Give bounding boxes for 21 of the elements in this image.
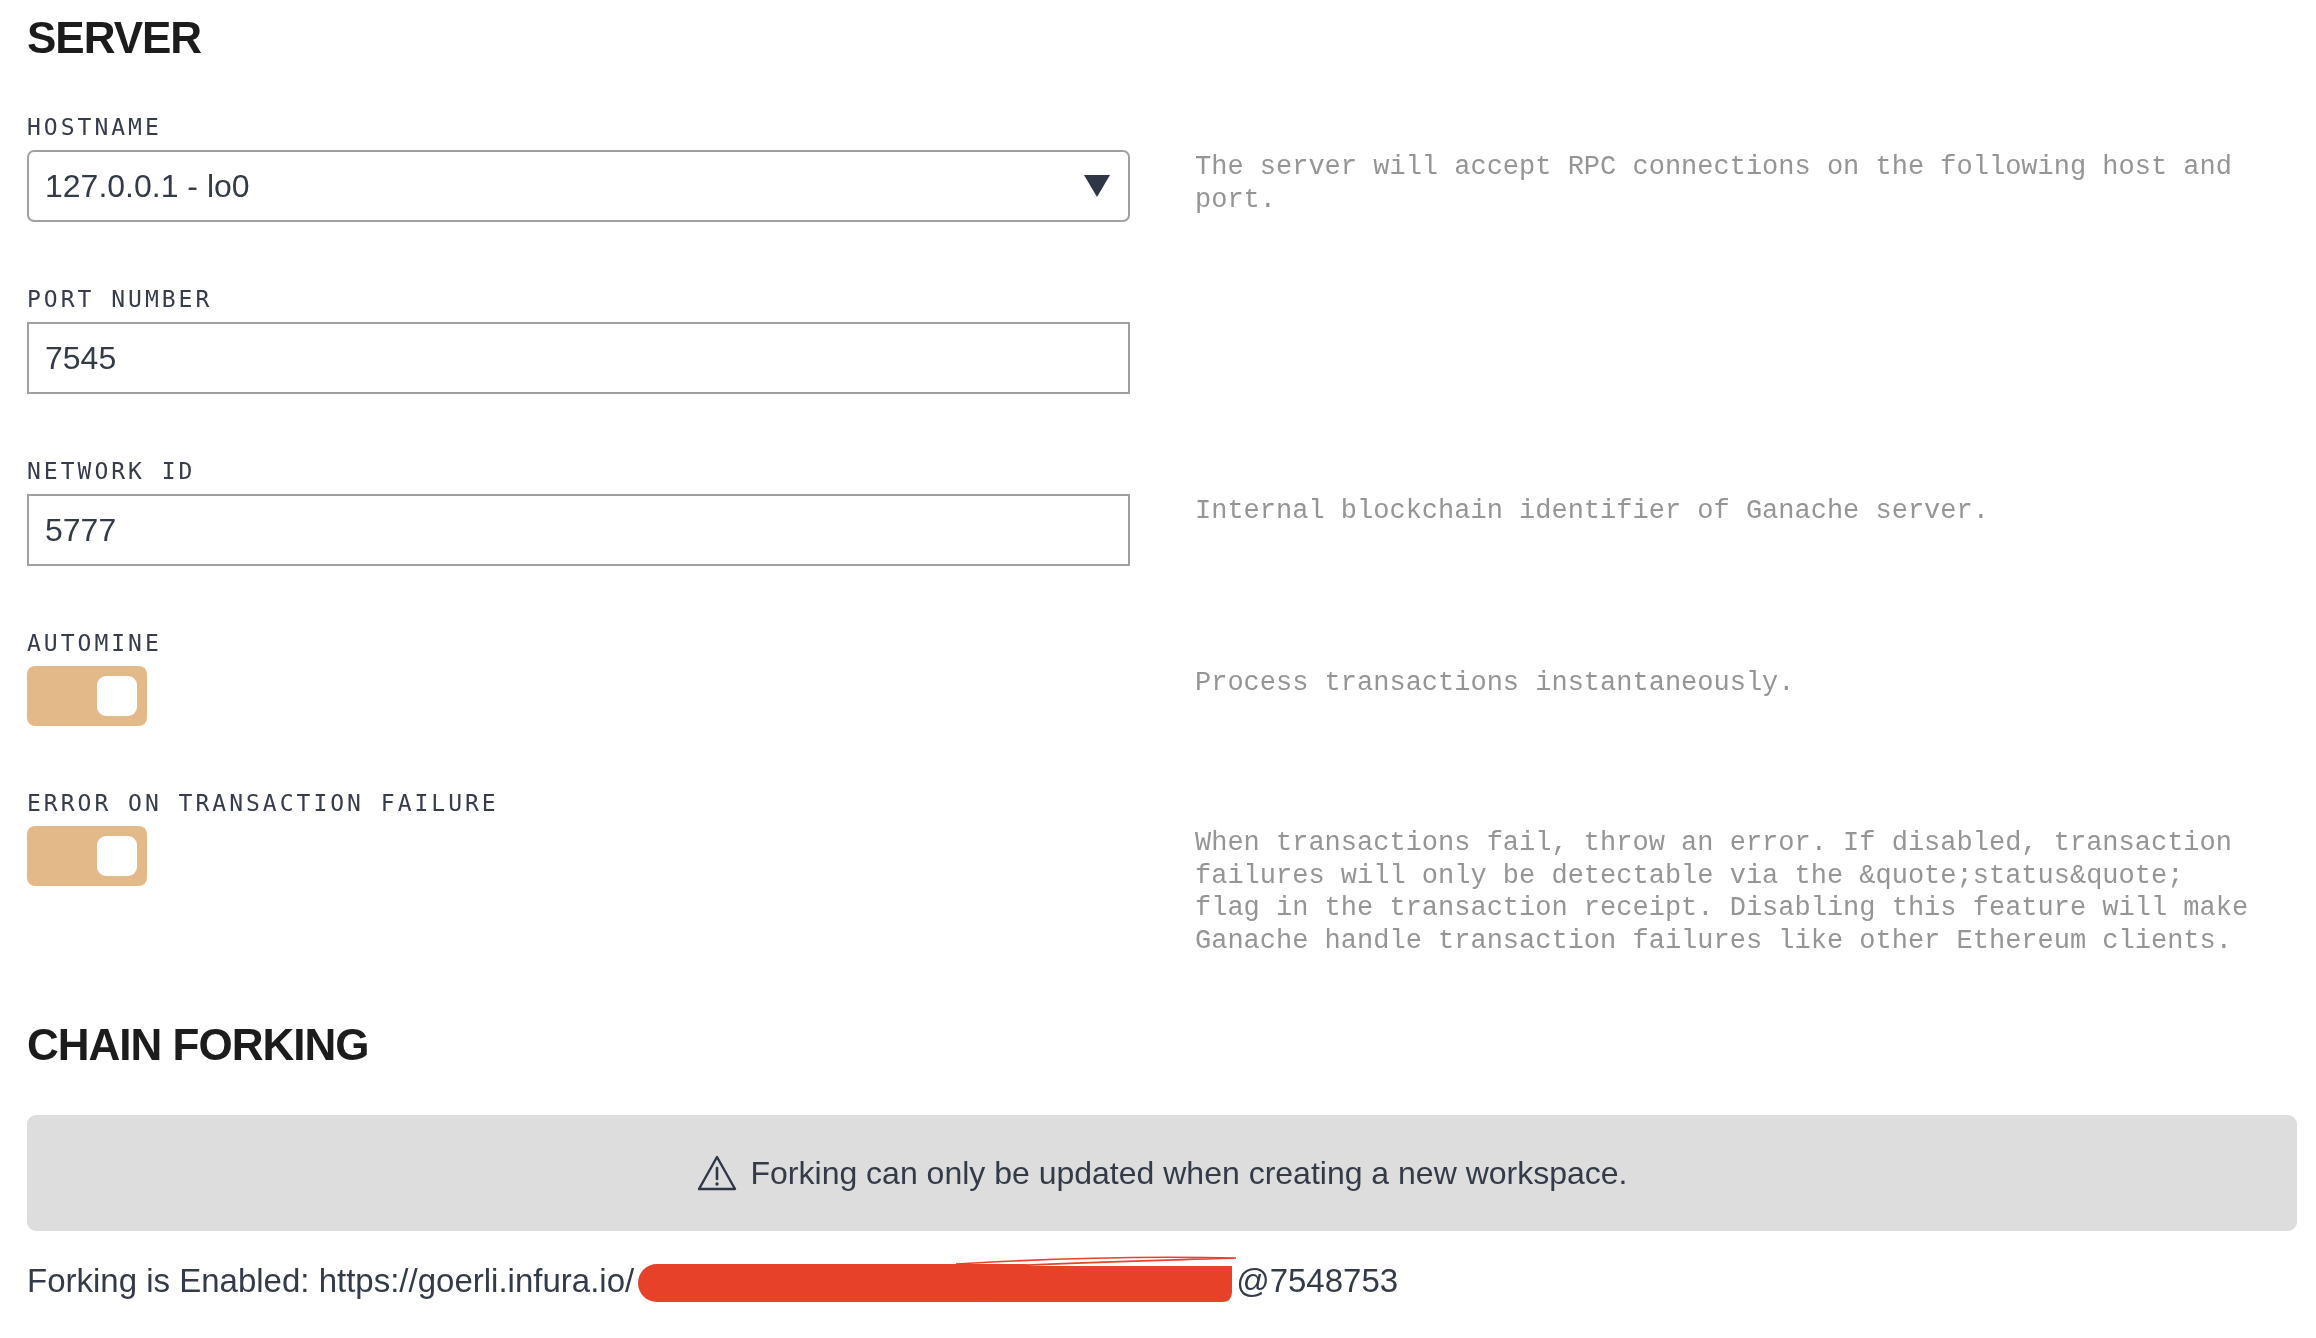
field-label: HOSTNAME [27,113,162,141]
select-field[interactable]: 127.0.0.1 - lo0 [27,150,1130,222]
setting-description: Internal blockchain identifier of Ganache server. [1195,495,1990,528]
input-field[interactable]: 7545 [27,322,1130,394]
input-field[interactable]: 5777 [27,494,1130,566]
block-number: @7548753 [1236,1262,1399,1300]
toggle-switch[interactable] [27,666,147,726]
notice-text: Forking can only be updated when creating a new workspace. [750,1154,1628,1192]
section-heading: CHAIN FORKING [27,1019,369,1071]
warning-icon [696,1155,737,1191]
toggle-switch[interactable] [27,826,147,886]
field-label: AUTOMINE [27,629,162,657]
section-heading: SERVER [27,12,202,64]
caret-icon [1084,175,1110,197]
setting-description: Process transactions instantaneously. [1195,667,1796,700]
forking-status: Forking is Enabled: https://goerli.infura.io/ [27,1262,635,1300]
field-label: NETWORK ID [27,457,196,485]
setting-description: The server will accept RPC connections on the following host and port. [1195,151,2233,216]
setting-description: When transactions fail, throw an error. If disabled, transaction failures will only be detectable via the &quote;status&quote; flag in the transaction receipt. Disabling this feature will make Ganache handle transaction failures like other Ethereum clients. [1195,827,2250,957]
field-label: ERROR ON TRANSACTION FAILURE [27,789,499,817]
field-label: PORT NUMBER [27,285,213,313]
